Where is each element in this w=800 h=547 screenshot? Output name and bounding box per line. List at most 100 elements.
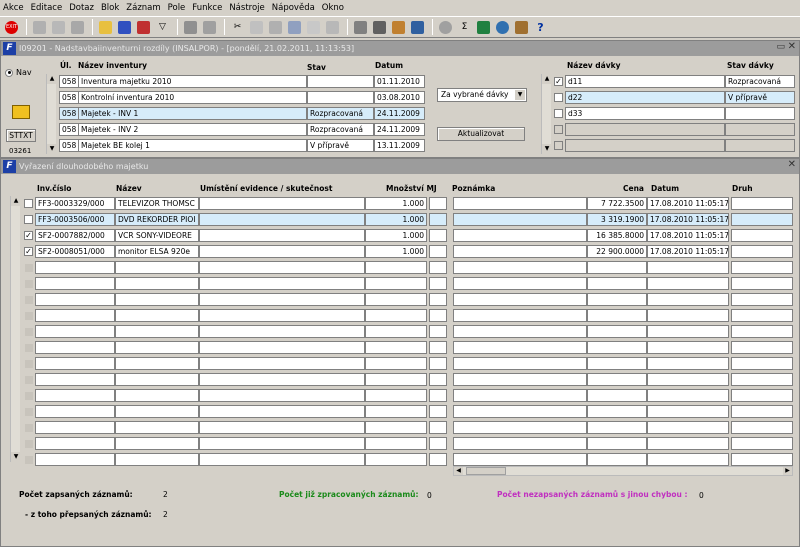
record-inv-cell[interactable]	[35, 389, 115, 402]
record-nazev-cell[interactable]: monitor ELSA 920e	[115, 245, 199, 258]
record-inv-cell[interactable]	[35, 437, 115, 450]
inventory-status-cell[interactable]: V přípravě	[307, 139, 374, 152]
inventory-date-cell[interactable]: 01.11.2010	[374, 75, 425, 88]
record-datum-cell[interactable]	[647, 421, 729, 434]
record-druh-cell[interactable]	[731, 421, 793, 434]
record-inv-cell[interactable]	[35, 277, 115, 290]
record-cena-cell[interactable]	[587, 405, 647, 418]
record-poznamka-cell[interactable]	[453, 437, 587, 450]
batch-status-cell[interactable]: V přípravě	[725, 91, 795, 104]
record-druh-cell[interactable]	[731, 229, 793, 242]
close-icon[interactable]: ✕	[788, 159, 796, 170]
record-inv-cell[interactable]	[35, 373, 115, 386]
record-nazev-cell[interactable]	[115, 277, 199, 290]
batch-scope-select[interactable]: Za vybrané dávky ▼	[437, 88, 527, 102]
scroll-left-icon[interactable]: ◀	[454, 467, 463, 475]
record-druh-cell[interactable]	[731, 341, 793, 354]
record-poznamka-cell[interactable]	[453, 229, 587, 242]
scroll-right-icon[interactable]: ▶	[783, 467, 792, 475]
globe-icon[interactable]	[494, 19, 511, 36]
record-mnozstvi-cell[interactable]: 1.000	[365, 229, 427, 242]
menu-item[interactable]: Dotaz	[69, 3, 94, 13]
record-datum-cell[interactable]: 17.08.2010 11:05:17	[647, 229, 729, 242]
record-nazev-cell[interactable]: VCR SONY-VIDEORE	[115, 229, 199, 242]
help-user-icon[interactable]	[513, 19, 530, 36]
record-selector[interactable]	[25, 312, 33, 320]
record-checkbox[interactable]	[24, 215, 33, 224]
record-poznamka-cell[interactable]	[453, 357, 587, 370]
restore-icon[interactable]: ▭	[776, 42, 785, 52]
batch-scroll-down-icon[interactable]: ▼	[542, 144, 552, 154]
record-mnozstvi-cell[interactable]	[365, 373, 427, 386]
batch-checkbox[interactable]	[554, 109, 563, 118]
record-umisteni-cell[interactable]	[199, 245, 365, 258]
record-datum-cell[interactable]	[647, 437, 729, 450]
record-druh-cell[interactable]	[731, 405, 793, 418]
batch-scroll-up-icon[interactable]: ▲	[542, 74, 552, 84]
record-selector[interactable]	[25, 360, 33, 368]
record-extra-cell[interactable]	[429, 437, 447, 450]
menu-item[interactable]: Pole	[168, 3, 186, 13]
record-umisteni-cell[interactable]	[199, 453, 365, 466]
record-cena-cell[interactable]	[587, 373, 647, 386]
record-cena-cell[interactable]	[587, 309, 647, 322]
record-druh-cell[interactable]	[731, 245, 793, 258]
record-selector[interactable]	[25, 440, 33, 448]
inventory-ul-cell[interactable]: 058	[59, 123, 79, 136]
record-extra-cell[interactable]	[429, 405, 447, 418]
menu-item[interactable]: Nápověda	[272, 3, 315, 13]
nav-radio[interactable]: Nav	[5, 68, 32, 77]
inventory-name-cell[interactable]: Majetek - INV 1	[78, 107, 307, 120]
record-datum-cell[interactable]: 17.08.2010 11:05:17	[647, 213, 729, 226]
record-cena-cell[interactable]	[587, 389, 647, 402]
record-mnozstvi-cell[interactable]	[365, 389, 427, 402]
batch-status-cell[interactable]	[725, 139, 795, 152]
record-mnozstvi-cell[interactable]	[365, 309, 427, 322]
scroll-up-icon[interactable]: ▲	[47, 74, 57, 84]
record-mnozstvi-cell[interactable]: 1.000	[365, 245, 427, 258]
inventory-status-cell[interactable]: Rozpracovaná	[307, 123, 374, 136]
record-datum-cell[interactable]: 17.08.2010 11:05:17	[647, 245, 729, 258]
print-setup-icon[interactable]	[201, 19, 218, 36]
record-inv-cell[interactable]	[35, 309, 115, 322]
record-nazev-cell[interactable]	[115, 341, 199, 354]
record-poznamka-cell[interactable]	[453, 213, 587, 226]
record-datum-cell[interactable]	[647, 405, 729, 418]
record-inv-cell[interactable]: SF2-0008051/000	[35, 245, 115, 258]
scroll-thumb[interactable]	[466, 467, 506, 475]
record-mnozstvi-cell[interactable]	[365, 453, 427, 466]
update-button[interactable]: Aktualizovat	[437, 127, 525, 141]
record-poznamka-cell[interactable]	[453, 325, 587, 338]
inventory-name-cell[interactable]: Majetek BE kolej 1	[78, 139, 307, 152]
record-druh-cell[interactable]	[731, 453, 793, 466]
record-druh-cell[interactable]	[731, 277, 793, 290]
record-selector[interactable]	[25, 376, 33, 384]
menu-item[interactable]: Akce	[3, 3, 24, 13]
record-umisteni-cell[interactable]	[199, 389, 365, 402]
record-poznamka-cell[interactable]	[453, 277, 587, 290]
record-cena-cell[interactable]: 3 319.1900	[587, 213, 647, 226]
edit-icon[interactable]	[286, 19, 303, 36]
record-datum-cell[interactable]	[647, 293, 729, 306]
record-umisteni-cell[interactable]	[199, 293, 365, 306]
record-inv-cell[interactable]	[35, 357, 115, 370]
record-druh-cell[interactable]	[731, 325, 793, 338]
copy-icon[interactable]	[248, 19, 265, 36]
chart-icon[interactable]	[409, 19, 426, 36]
sum-icon[interactable]: Σ	[456, 19, 473, 36]
record-poznamka-cell[interactable]	[453, 373, 587, 386]
record-selector[interactable]	[25, 264, 33, 272]
record-nazev-cell[interactable]	[115, 293, 199, 306]
record-umisteni-cell[interactable]	[199, 309, 365, 322]
inventory-name-cell[interactable]: Majetek - INV 2	[78, 123, 307, 136]
record-nazev-cell[interactable]	[115, 453, 199, 466]
batch-checkbox[interactable]	[554, 93, 563, 102]
filter-icon[interactable]: ▽	[154, 19, 171, 36]
record-cena-cell[interactable]	[587, 357, 647, 370]
record-extra-cell[interactable]	[429, 277, 447, 290]
record-inv-cell[interactable]: FF3-0003506/000	[35, 213, 115, 226]
record-cena-cell[interactable]	[587, 277, 647, 290]
record-icon[interactable]	[324, 19, 341, 36]
record-inv-cell[interactable]: FF3-0003329/000	[35, 197, 115, 210]
inventory-scrollbar[interactable]: ▲ ▼	[46, 74, 57, 154]
